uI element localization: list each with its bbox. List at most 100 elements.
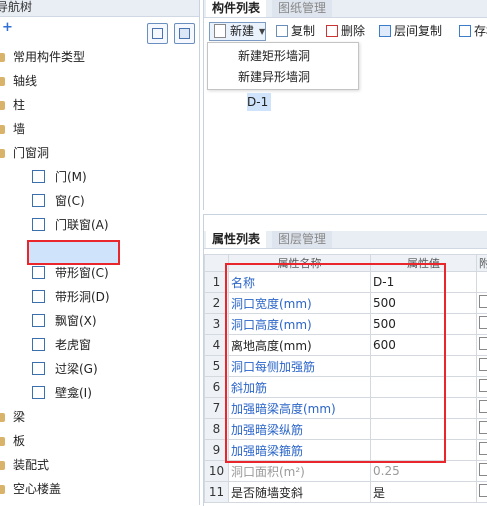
tree-folder-item[interactable]: 空心楼盖 — [0, 478, 199, 500]
delete-button[interactable]: 删除 — [326, 22, 365, 40]
tree-item-label: 窗(C) — [55, 190, 85, 212]
checkbox[interactable] — [479, 400, 487, 413]
tree-folder-item[interactable]: 墙 — [0, 118, 199, 140]
component-list-panel: 构件列表 图纸管理 新建 ▼ 复制 删除 层间复制 存档 新建矩形墙洞 新建异形… — [203, 0, 487, 210]
copy-button[interactable]: 复制 — [276, 22, 315, 40]
tree-item-label: 飘窗(X) — [55, 310, 97, 332]
tab-drawing-management[interactable]: 图纸管理 — [272, 0, 332, 17]
folder-icon — [0, 77, 5, 86]
checkbox[interactable] — [479, 295, 487, 308]
plus-icon[interactable]: + — [2, 20, 13, 35]
checkbox[interactable] — [479, 442, 487, 455]
tree-item-label: 柱 — [13, 94, 25, 116]
folder-icon — [0, 101, 5, 110]
floor-copy-label: 层间复制 — [394, 24, 442, 38]
archive-icon — [459, 25, 471, 37]
chevron-down-icon[interactable]: ▼ — [259, 23, 265, 40]
property-row[interactable]: 10洞口面积(m²)0.25 — [205, 461, 487, 482]
tree-item-label: 门窗洞 — [13, 142, 49, 164]
nav-title: 导航树 — [0, 0, 32, 14]
tree-item-label: 过梁(G) — [55, 358, 98, 380]
floor-copy-icon — [379, 25, 391, 37]
property-name: 洞口面积(m²) — [229, 461, 371, 482]
tree-item-label: 轴线 — [13, 70, 37, 92]
tree-item-label: 装配式 — [13, 454, 49, 476]
bay-window-icon — [32, 314, 45, 327]
component-tabbar: 构件列表 图纸管理 — [204, 0, 487, 18]
save-archive-label: 存档 — [474, 24, 487, 38]
niche-icon — [32, 386, 45, 399]
tree-item-label: 墙 — [13, 118, 25, 140]
tree-folder-item[interactable]: 柱 — [0, 94, 199, 116]
save-archive-button[interactable]: 存档 — [459, 22, 487, 40]
menu-item-new-irregular-hole[interactable]: 新建异形墙洞 — [238, 67, 310, 87]
checkbox[interactable] — [479, 379, 487, 392]
attach-checkbox-cell[interactable] — [477, 398, 487, 419]
attach-checkbox-cell[interactable] — [477, 461, 487, 482]
tree-item-label: 壁龛(I) — [55, 382, 92, 404]
list-view-icon[interactable] — [147, 23, 168, 44]
tree-child-item[interactable]: 窗(C) — [0, 190, 199, 212]
tree-item-label: 门(M) — [55, 166, 87, 188]
new-doc-icon — [214, 24, 226, 38]
copy-label: 复制 — [291, 24, 315, 38]
delete-label: 删除 — [341, 24, 365, 38]
grid-view-icon[interactable] — [174, 23, 195, 44]
tree-folder-item[interactable]: 装配式 — [0, 454, 199, 476]
folder-icon — [0, 149, 5, 158]
lintel-icon — [32, 362, 45, 375]
tree-folder-item[interactable]: 常用构件类型 — [0, 46, 199, 68]
tree-folder-item[interactable]: 门窗洞 — [0, 142, 199, 164]
checkbox[interactable] — [479, 421, 487, 434]
tree-folder-item[interactable]: 轴线 — [0, 70, 199, 92]
tab-layer-management[interactable]: 图层管理 — [272, 231, 332, 248]
checkbox[interactable] — [479, 484, 487, 497]
property-value[interactable]: 是 — [371, 482, 477, 503]
door-window-icon — [32, 218, 45, 231]
attach-checkbox-cell[interactable] — [477, 335, 487, 356]
tab-component-list[interactable]: 构件列表 — [206, 0, 266, 17]
attach-checkbox-cell[interactable] — [477, 377, 487, 398]
tree-item-label: 梁 — [13, 406, 25, 428]
menu-item-new-rect-hole[interactable]: 新建矩形墙洞 — [238, 46, 310, 66]
component-list-item[interactable]: D-1 — [247, 93, 271, 111]
attach-checkbox-cell[interactable] — [477, 440, 487, 461]
property-highlight-box — [225, 263, 446, 463]
folder-icon — [0, 413, 5, 422]
selected-tree-item-highlight — [27, 240, 120, 265]
tree-child-item[interactable]: 带形洞(D) — [0, 286, 199, 308]
checkbox[interactable] — [479, 316, 487, 329]
tree-child-item[interactable]: 老虎窗 — [0, 334, 199, 356]
attach-checkbox-cell[interactable] — [477, 314, 487, 335]
checkbox[interactable] — [479, 358, 487, 371]
tree-folder-item[interactable]: 梁 — [0, 406, 199, 428]
checkbox[interactable] — [479, 463, 487, 476]
tree-item-label: 带形洞(D) — [55, 286, 110, 308]
property-value[interactable]: 0.25 — [371, 461, 477, 482]
tree-child-item[interactable]: 带形窗(C) — [0, 262, 199, 284]
attach-checkbox-cell[interactable] — [477, 482, 487, 503]
tree-item-label: 常用构件类型 — [13, 46, 85, 68]
attach-checkbox-cell[interactable] — [477, 293, 487, 314]
checkbox[interactable] — [479, 337, 487, 350]
strip-window-icon — [32, 266, 45, 279]
attach-checkbox-cell[interactable] — [477, 356, 487, 377]
tree-folder-item[interactable]: 板 — [0, 430, 199, 452]
copy-icon — [276, 25, 288, 37]
floor-copy-button[interactable]: 层间复制 — [379, 22, 442, 40]
tree-child-item[interactable]: 飘窗(X) — [0, 310, 199, 332]
new-button[interactable]: 新建 ▼ — [209, 22, 266, 41]
attach-checkbox-cell[interactable] — [477, 419, 487, 440]
tree-child-item[interactable]: 过梁(G) — [0, 358, 199, 380]
property-row[interactable]: 11是否随墙变斜是 — [205, 482, 487, 503]
row-number: 10 — [205, 461, 229, 482]
attach-checkbox-cell[interactable] — [477, 272, 487, 293]
tab-property-list[interactable]: 属性列表 — [206, 231, 266, 248]
tree-child-item[interactable]: 门联窗(A) — [0, 214, 199, 236]
dormer-window-icon — [32, 338, 45, 351]
tree-child-item[interactable]: 门(M) — [0, 166, 199, 188]
nav-header: 导航树 — [0, 0, 199, 17]
tree-child-item[interactable]: 壁龛(I) — [0, 382, 199, 404]
door-icon — [32, 170, 45, 183]
tree-item-label: 老虎窗 — [55, 334, 91, 356]
